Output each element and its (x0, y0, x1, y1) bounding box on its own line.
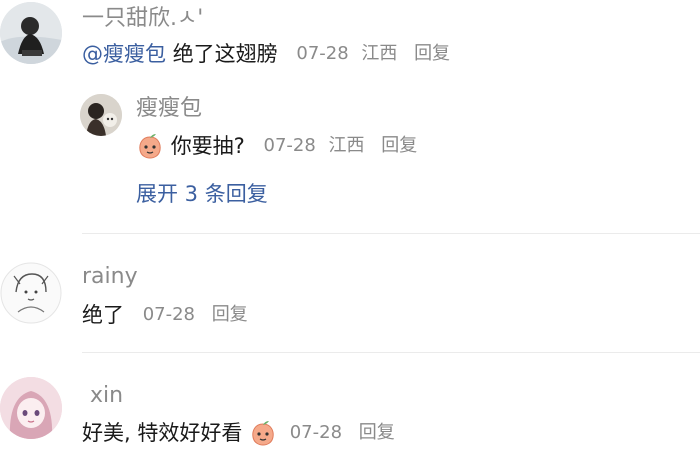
avatar-sketch (0, 262, 62, 324)
reply-content: 你要抽? (170, 134, 245, 158)
reply-button[interactable]: 回复 (212, 304, 248, 325)
avatar-anime (0, 377, 62, 439)
comment-date: 07-28 (296, 43, 349, 64)
reply-avatar[interactable] (80, 94, 122, 136)
comment-date: 07-28 (142, 304, 195, 325)
comment-text: 绝了 07-28 回复 (82, 300, 248, 329)
username[interactable]: rainy (82, 264, 138, 290)
username[interactable]: 一只甜欣.ㅅ' (82, 6, 203, 32)
reply-button[interactable]: 回复 (359, 422, 395, 443)
comment-content: 绝了 (82, 303, 124, 327)
comment-content: 好美, 特效好好看 (82, 421, 243, 445)
mention-link[interactable]: @瘦瘦包 (82, 42, 166, 66)
comment-location: 江西 (361, 43, 398, 64)
avatar-photo (0, 2, 62, 64)
peach-emoji-icon (139, 134, 161, 159)
avatar[interactable] (0, 262, 62, 324)
comment-text: @瘦瘦包 绝了这翅膀 07-28 江西 回复 (82, 39, 450, 68)
comment-date: 07-28 (289, 422, 343, 443)
divider (82, 352, 700, 353)
comment-content: 绝了这翅膀 (172, 42, 278, 66)
reply-location: 江西 (328, 135, 365, 156)
reply-username[interactable]: 瘦瘦包 (136, 96, 202, 122)
avatar-photo (80, 94, 122, 136)
peach-emoji-icon (252, 421, 274, 446)
reply-button[interactable]: 回复 (381, 135, 417, 156)
reply-date: 07-28 (263, 135, 316, 156)
expand-replies-button[interactable]: 展开 3 条回复 (136, 180, 268, 208)
avatar[interactable] (0, 2, 62, 64)
divider (82, 233, 700, 234)
username[interactable]: xin (90, 383, 123, 409)
comment-text: 好美, 特效好好看 07-28 回复 (82, 418, 395, 447)
reply-text: 你要抽? 07-28 江西 回复 (136, 131, 417, 160)
avatar[interactable] (0, 377, 62, 439)
reply-button[interactable]: 回复 (414, 43, 450, 64)
